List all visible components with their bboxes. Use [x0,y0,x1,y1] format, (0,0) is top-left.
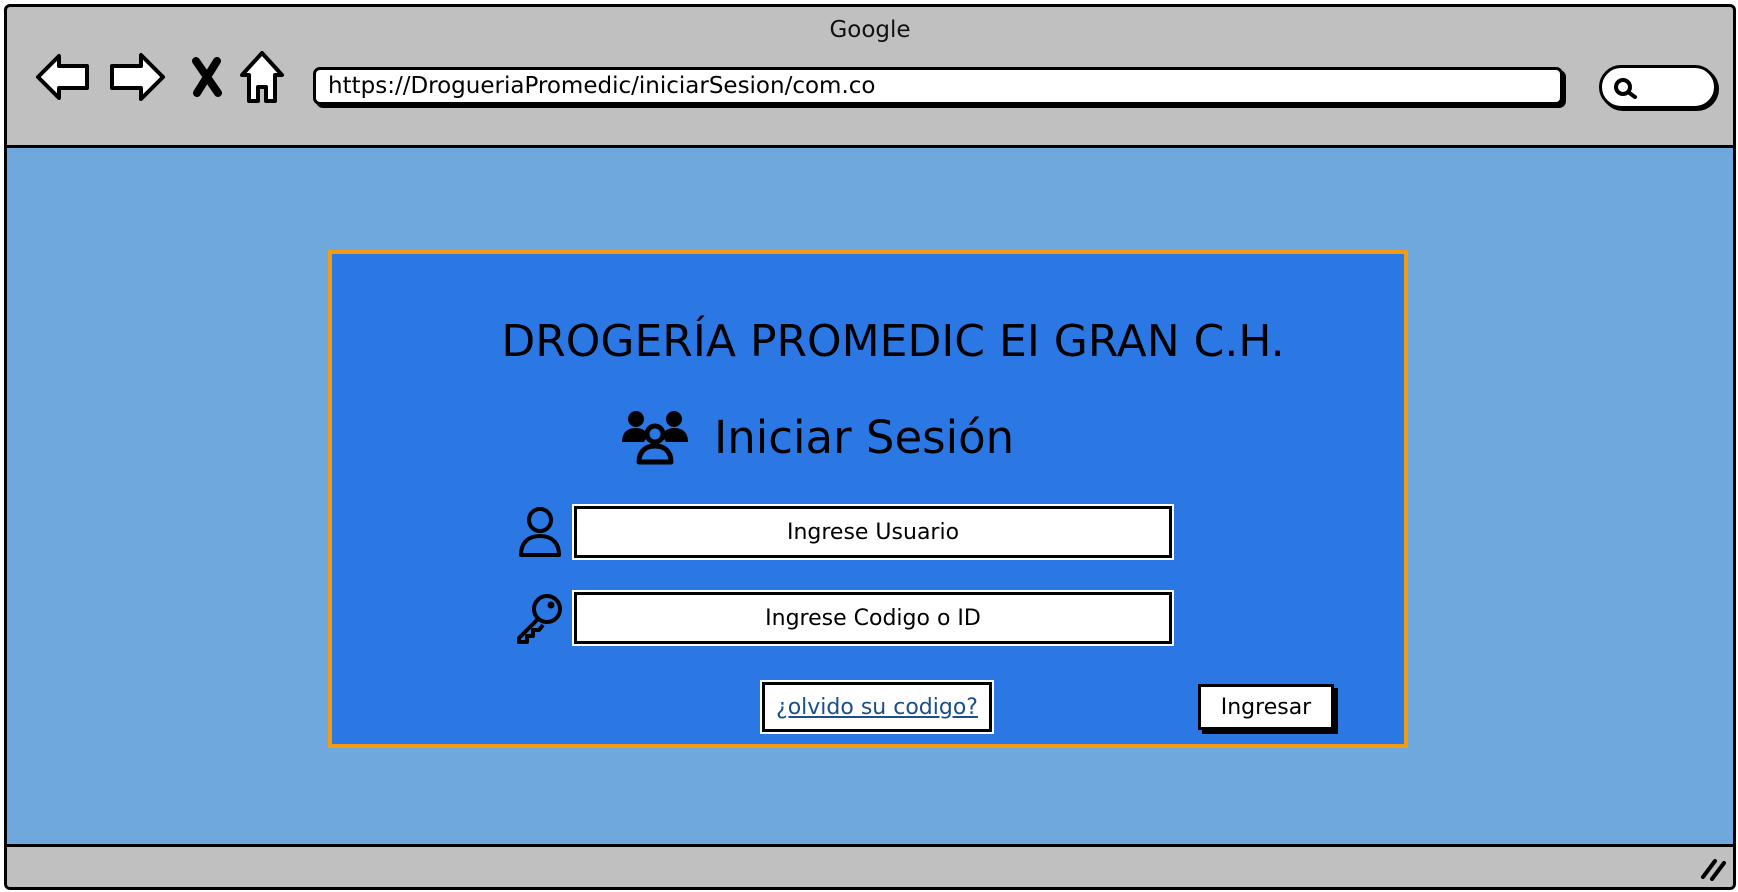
code-row [512,590,1174,646]
home-icon [240,51,284,103]
login-heading-label: Iniciar Sesión [714,410,1015,464]
status-bar [7,847,1733,887]
browser-window: Google https://DrogueriaPromedic/iniciar… [4,4,1736,890]
browser-search-field[interactable] [1599,65,1717,109]
page-content: DROGERÍA PROMEDIC EI GRAN C.H. Iniciar S… [7,145,1733,847]
search-icon [1614,78,1637,99]
login-submit-button[interactable]: Ingresar [1198,684,1334,730]
login-heading: Iniciar Sesión [622,409,1014,465]
forgot-code-link[interactable]: ¿olvido su codigo? [760,680,994,734]
resize-grip-icon[interactable] [1699,855,1727,881]
close-icon [192,57,222,97]
username-row [512,504,1174,560]
stop-button[interactable] [187,47,227,107]
window-title: Google [829,17,911,43]
key-icon [512,592,568,644]
users-group-icon [622,411,688,465]
brand-title: DROGERÍA PROMEDIC EI GRAN C.H. [501,316,1285,367]
forward-arrow-icon [110,53,165,101]
username-input[interactable] [572,504,1174,560]
back-button[interactable] [33,47,93,107]
address-bar[interactable]: https://DrogueriaPromedic/iniciarSesion/… [313,67,1563,105]
forward-button[interactable] [107,47,167,107]
code-input[interactable] [572,590,1174,646]
back-arrow-icon [36,54,89,100]
user-icon [512,506,568,558]
home-button[interactable] [237,47,287,107]
login-panel: DROGERÍA PROMEDIC EI GRAN C.H. Iniciar S… [328,250,1408,748]
